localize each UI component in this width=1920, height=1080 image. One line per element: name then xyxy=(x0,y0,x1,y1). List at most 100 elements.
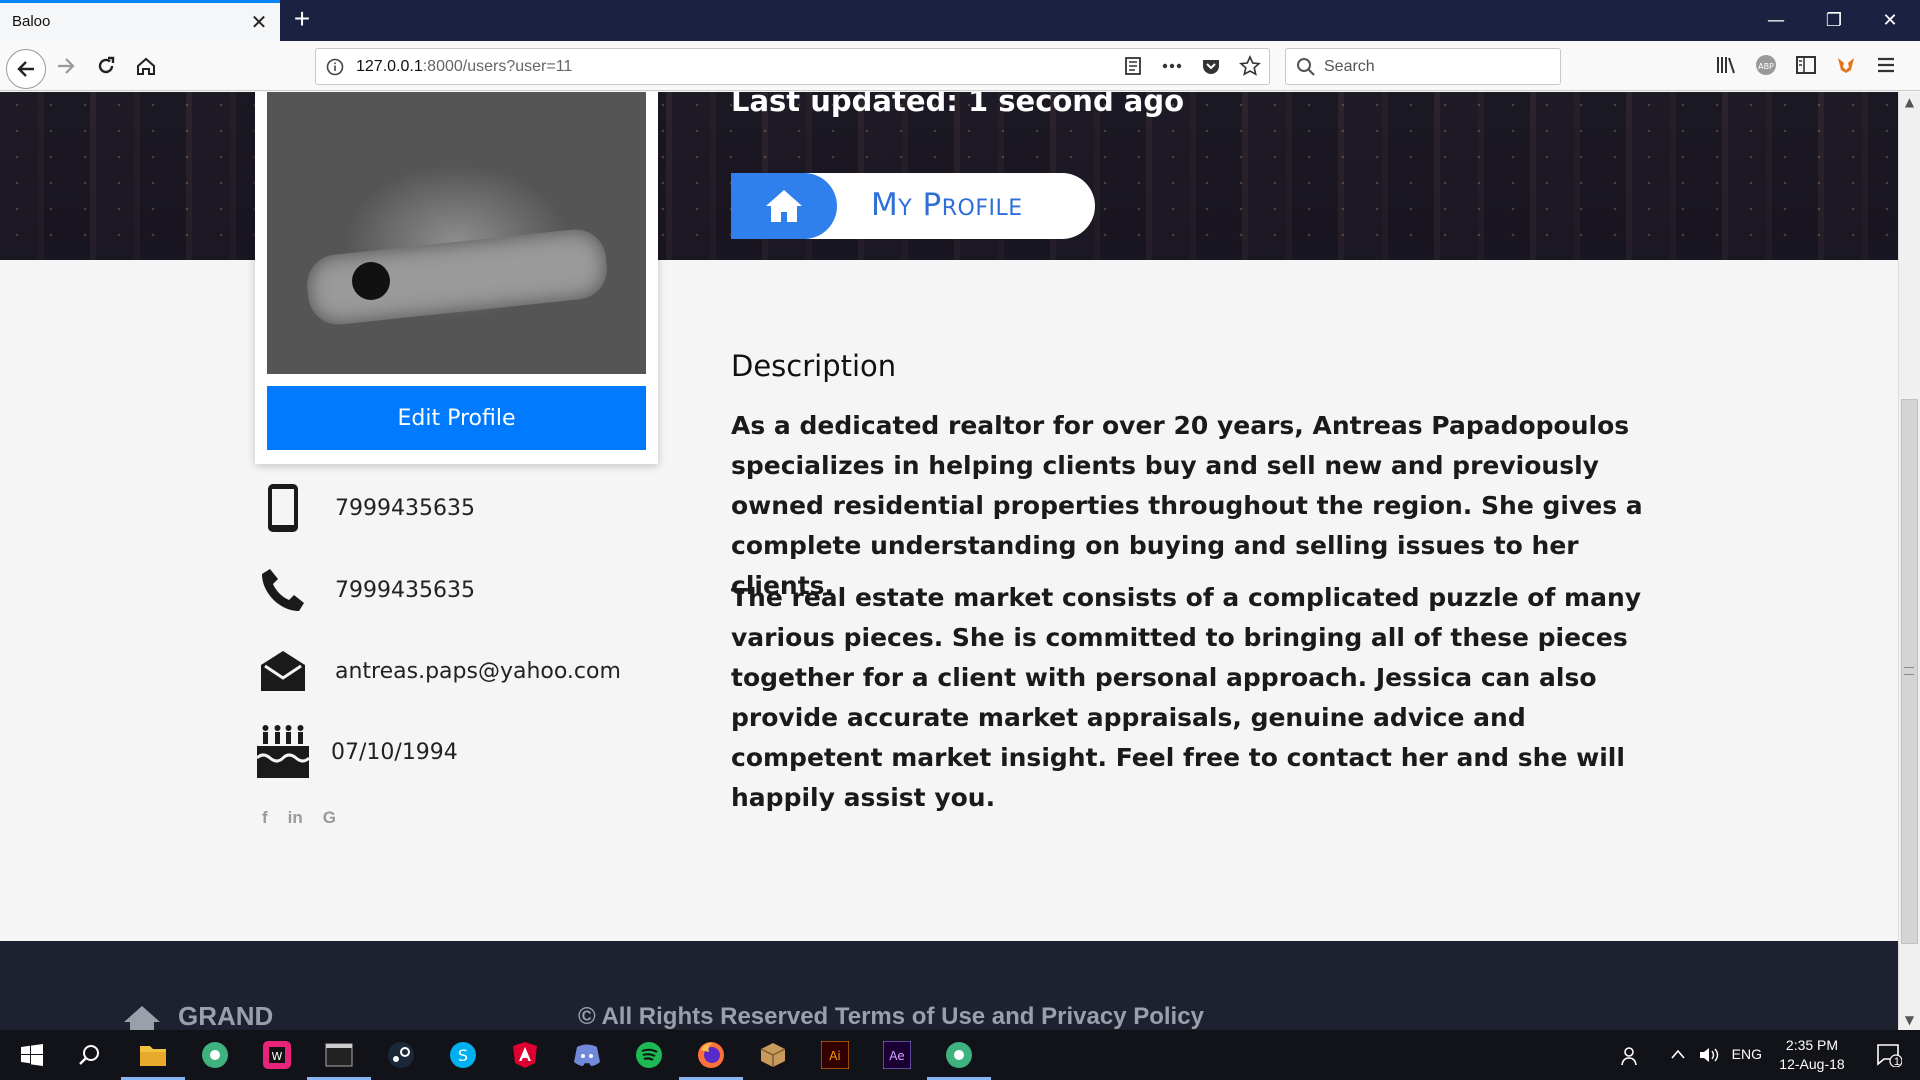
svg-text:Ae: Ae xyxy=(889,1049,904,1063)
linkedin-icon[interactable]: in xyxy=(288,808,303,828)
metamask-icon[interactable] xyxy=(1835,54,1857,76)
steam-app[interactable] xyxy=(381,1035,421,1075)
phone-icon xyxy=(255,562,311,618)
profile-card: Edit Profile xyxy=(255,92,658,464)
url-bar[interactable]: 127.0.0.1:8000/users?user=11 xyxy=(315,48,1270,85)
file-explorer-app[interactable] xyxy=(121,1035,185,1080)
taskbar-clock[interactable]: 2:35 PM 12-Aug-18 xyxy=(1772,1036,1852,1074)
restore-button[interactable]: ❐ xyxy=(1806,0,1862,41)
scroll-up-arrow-icon[interactable]: ▲ xyxy=(1899,92,1920,112)
site-info-icon[interactable] xyxy=(326,58,344,80)
clock-time: 2:35 PM xyxy=(1785,1037,1839,1053)
home-button[interactable] xyxy=(128,48,164,84)
search-taskbar-button[interactable] xyxy=(69,1035,109,1075)
reload-icon xyxy=(98,56,115,74)
reload-button[interactable] xyxy=(88,48,124,84)
angular-app[interactable] xyxy=(505,1035,545,1075)
search-bar[interactable]: Search xyxy=(1285,48,1561,85)
browser-titlebar: Baloo ✕ + — ❐ ✕ xyxy=(0,0,1920,41)
pocket-icon[interactable] xyxy=(1201,56,1221,76)
mobile-phone-icon xyxy=(255,480,311,536)
notification-count: 1 xyxy=(1893,1056,1900,1068)
edit-profile-button[interactable]: Edit Profile xyxy=(267,386,646,450)
social-links: f in G xyxy=(262,808,336,828)
breadcrumb: My Profile xyxy=(731,173,1095,239)
illustrator-app[interactable]: Ai xyxy=(815,1035,855,1075)
brand-logo-icon xyxy=(124,1005,160,1030)
firefox-icon xyxy=(698,1042,724,1068)
svg-text:Ai: Ai xyxy=(829,1049,841,1063)
package-icon xyxy=(760,1043,786,1067)
browser-tab[interactable]: Baloo ✕ xyxy=(0,0,280,41)
page-footer: GRAND © All Rights Reserved Terms of Use… xyxy=(0,941,1898,1030)
discord-icon xyxy=(574,1044,600,1066)
minimize-button[interactable]: — xyxy=(1748,0,1804,41)
search-icon xyxy=(79,1045,99,1065)
url-path: :8000/users?user=11 xyxy=(422,58,573,75)
description-paragraph-1: As a dedicated realtor for over 20 years… xyxy=(731,411,1643,600)
facebook-icon[interactable]: f xyxy=(262,808,268,828)
after-effects-app[interactable]: Ae xyxy=(877,1035,917,1075)
firefox-app[interactable] xyxy=(679,1035,743,1080)
people-icon[interactable] xyxy=(1620,1045,1642,1067)
profile-photo xyxy=(267,92,646,374)
forward-button[interactable] xyxy=(48,48,84,84)
globe-icon xyxy=(946,1042,972,1068)
terminal-app[interactable] xyxy=(307,1035,371,1080)
more-actions-icon[interactable] xyxy=(1161,56,1183,76)
back-button[interactable] xyxy=(6,49,46,89)
close-window-button[interactable]: ✕ xyxy=(1862,0,1918,41)
spotify-app[interactable] xyxy=(629,1035,669,1075)
new-tab-button[interactable]: + xyxy=(288,5,316,34)
terminal-icon xyxy=(325,1043,353,1067)
start-button[interactable] xyxy=(12,1035,52,1075)
home-icon xyxy=(766,190,802,222)
svg-text:S: S xyxy=(458,1046,468,1065)
search-placeholder: Search xyxy=(1324,58,1375,75)
reader-view-icon[interactable] xyxy=(1123,56,1143,76)
footer-copyright: © All Rights Reserved Terms of Use and P… xyxy=(578,1003,1204,1030)
skype-icon: S xyxy=(450,1042,476,1068)
footer-brand-name: GRAND xyxy=(178,1001,274,1030)
birthday-row: 07/10/1994 xyxy=(255,724,458,780)
home-link[interactable] xyxy=(731,173,837,239)
google-icon[interactable]: G xyxy=(323,808,336,828)
last-updated-text: Last updated: 1 second ago xyxy=(731,92,1185,118)
package-app[interactable] xyxy=(753,1035,793,1075)
phone-number: 7999435635 xyxy=(335,577,475,603)
discord-app[interactable] xyxy=(567,1035,607,1075)
bookmark-star-icon[interactable] xyxy=(1239,55,1261,77)
windows-logo-icon xyxy=(21,1044,43,1066)
tab-title: Baloo xyxy=(12,13,51,30)
email-address[interactable]: antreas.paps@yahoo.com xyxy=(335,659,621,684)
svg-text:ABP: ABP xyxy=(1758,62,1774,71)
page-viewport: Edit Profile Last updated: 1 second ago … xyxy=(0,92,1898,1030)
webstorm-app[interactable]: W xyxy=(257,1035,297,1075)
envelope-open-icon xyxy=(255,643,311,699)
phone-row: 7999435635 xyxy=(255,562,475,618)
sidebar-icon[interactable] xyxy=(1795,54,1817,76)
language-indicator[interactable]: ENG xyxy=(1732,1046,1762,1062)
library-icon[interactable] xyxy=(1715,54,1737,76)
url-host: 127.0.0.1 xyxy=(356,58,423,75)
mobile-row: 7999435635 xyxy=(255,480,475,536)
close-tab-icon[interactable]: ✕ xyxy=(248,11,270,33)
birthday-date: 07/10/1994 xyxy=(331,739,458,765)
windows-taskbar: W S Ai Ae ENG 2:35 PM 12-Aug-18 1 xyxy=(0,1030,1920,1080)
adblock-icon[interactable]: ABP xyxy=(1755,54,1777,76)
url-text[interactable]: 127.0.0.1:8000/users?user=11 xyxy=(356,58,572,76)
chevron-up-icon[interactable] xyxy=(1670,1048,1686,1060)
menu-icon[interactable] xyxy=(1875,54,1897,76)
skype-app[interactable]: S xyxy=(443,1035,483,1075)
scroll-down-arrow-icon[interactable]: ▼ xyxy=(1899,1010,1920,1030)
email-row: antreas.paps@yahoo.com xyxy=(255,643,621,699)
svg-text:W: W xyxy=(272,1050,283,1063)
footer-brand[interactable]: GRAND xyxy=(122,1001,273,1030)
page-scrollbar[interactable]: ▲ ▼ xyxy=(1898,92,1920,1030)
search-icon xyxy=(1296,57,1316,81)
chrome-app[interactable] xyxy=(195,1035,235,1075)
volume-icon[interactable] xyxy=(1698,1044,1720,1066)
description-heading: Description xyxy=(731,349,897,383)
arrow-left-icon xyxy=(17,61,34,77)
chrome-app-2[interactable] xyxy=(927,1035,991,1080)
